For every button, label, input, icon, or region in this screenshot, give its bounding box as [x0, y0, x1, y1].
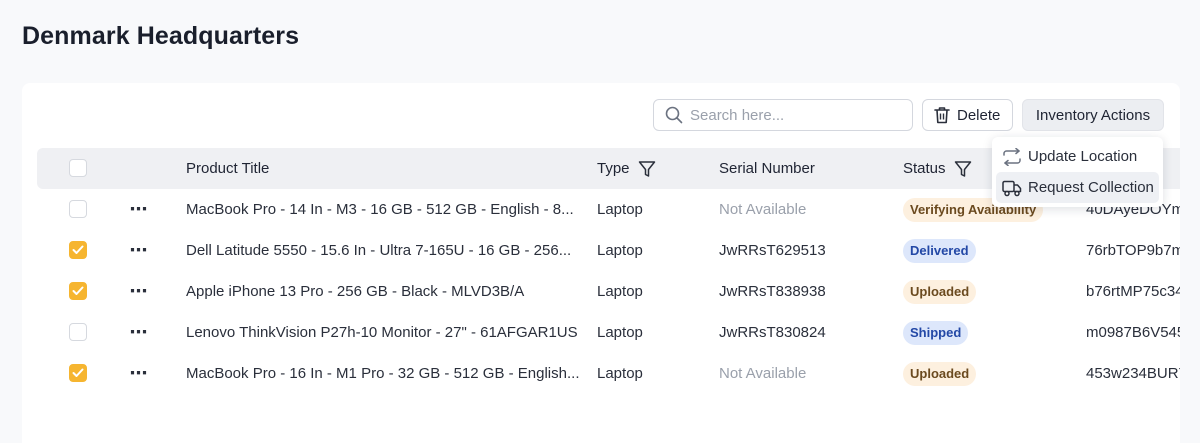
checkmark-icon	[72, 286, 84, 295]
id-cell: b76rtMP75c34	[1086, 283, 1180, 300]
serial-number-cell: Not Available	[719, 201, 807, 218]
row-more-options-icon[interactable]: ⋯	[127, 230, 151, 271]
status-cell: Uploaded	[903, 271, 977, 312]
refresh-arrows-icon	[1003, 147, 1021, 166]
row-more-options-icon[interactable]: ⋯	[127, 353, 151, 394]
serial-number-cell: JwRRsT838938	[719, 283, 826, 300]
type-cell: Laptop	[597, 365, 643, 382]
menu-item-label: Update Location	[1028, 148, 1138, 165]
filter-icon[interactable]	[638, 160, 656, 178]
id-cell: 76rbTOP9b7m	[1086, 242, 1180, 259]
row-checkbox[interactable]	[69, 200, 87, 218]
status-badge: Uploaded	[903, 361, 977, 386]
page-title: Denmark Headquarters	[22, 22, 300, 50]
table-row[interactable]: ⋯ Dell Latitude 5550 - 15.6 In - Ultra 7-…	[22, 230, 1180, 271]
trash-icon	[934, 107, 950, 124]
inventory-actions-button[interactable]: Inventory Actions	[1022, 99, 1164, 131]
filter-icon[interactable]	[954, 160, 972, 178]
column-header-product-title[interactable]: Product Title	[186, 148, 269, 189]
delete-label: Delete	[957, 106, 1001, 124]
status-badge: Uploaded	[903, 279, 977, 304]
product-title-cell: Lenovo ThinkVision P27h-10 Monitor - 27"…	[186, 324, 578, 341]
id-cell: 453w234BUR7	[1086, 365, 1180, 382]
table-row[interactable]: ⋯ MacBook Pro - 16 In - M1 Pro - 32 GB - …	[22, 353, 1180, 394]
row-more-options-icon[interactable]: ⋯	[127, 189, 151, 230]
status-cell: Delivered	[903, 230, 976, 271]
select-all-checkbox[interactable]	[69, 159, 87, 177]
product-title-cell: MacBook Pro - 14 In - M3 - 16 GB - 512 G…	[186, 201, 574, 218]
column-header-status-label: Status	[903, 160, 946, 177]
id-cell: m0987B6V545	[1086, 324, 1180, 341]
column-header-type-label: Type	[597, 160, 630, 177]
status-cell: Shipped	[903, 312, 969, 353]
serial-number-cell: Not Available	[719, 365, 807, 382]
delete-button[interactable]: Delete	[922, 99, 1013, 131]
search-icon	[665, 106, 683, 124]
row-checkbox[interactable]	[69, 323, 87, 341]
status-badge: Delivered	[903, 238, 976, 263]
type-cell: Laptop	[597, 324, 643, 341]
checkmark-icon	[72, 245, 84, 254]
row-checkbox[interactable]	[69, 241, 87, 259]
truck-icon	[1002, 180, 1022, 196]
row-more-options-icon[interactable]: ⋯	[127, 271, 151, 312]
row-more-options-icon[interactable]: ⋯	[127, 312, 151, 353]
inventory-actions-dropdown: Update Location Request Collection	[992, 137, 1163, 207]
inventory-actions-label: Inventory Actions	[1035, 106, 1151, 124]
search-input[interactable]	[690, 106, 890, 124]
type-cell: Laptop	[597, 242, 643, 259]
column-header-type[interactable]: Type	[597, 148, 656, 189]
table-row[interactable]: ⋯ Apple iPhone 13 Pro - 256 GB - Black - …	[22, 271, 1180, 312]
product-title-cell: Dell Latitude 5550 - 15.6 In - Ultra 7-1…	[186, 242, 572, 259]
menu-item-update-location[interactable]: Update Location	[996, 141, 1159, 172]
serial-number-cell: JwRRsT830824	[719, 324, 826, 341]
checkmark-icon	[72, 368, 84, 377]
product-title-cell: Apple iPhone 13 Pro - 256 GB - Black - M…	[186, 283, 525, 300]
column-header-serial-number[interactable]: Serial Number	[719, 148, 815, 189]
product-title-cell: MacBook Pro - 16 In - M1 Pro - 32 GB - 5…	[186, 365, 580, 382]
search-box[interactable]	[653, 99, 913, 131]
row-checkbox[interactable]	[69, 282, 87, 300]
row-checkbox[interactable]	[69, 364, 87, 382]
serial-number-cell: JwRRsT629513	[719, 242, 826, 259]
type-cell: Laptop	[597, 283, 643, 300]
menu-item-request-collection[interactable]: Request Collection	[996, 172, 1159, 203]
column-header-status[interactable]: Status	[903, 148, 972, 189]
table-row[interactable]: ⋯ Lenovo ThinkVision P27h-10 Monitor - 27…	[22, 312, 1180, 353]
menu-item-label: Request Collection	[1028, 179, 1154, 196]
type-cell: Laptop	[597, 201, 643, 218]
status-badge: Shipped	[903, 320, 969, 345]
status-cell: Uploaded	[903, 353, 977, 394]
